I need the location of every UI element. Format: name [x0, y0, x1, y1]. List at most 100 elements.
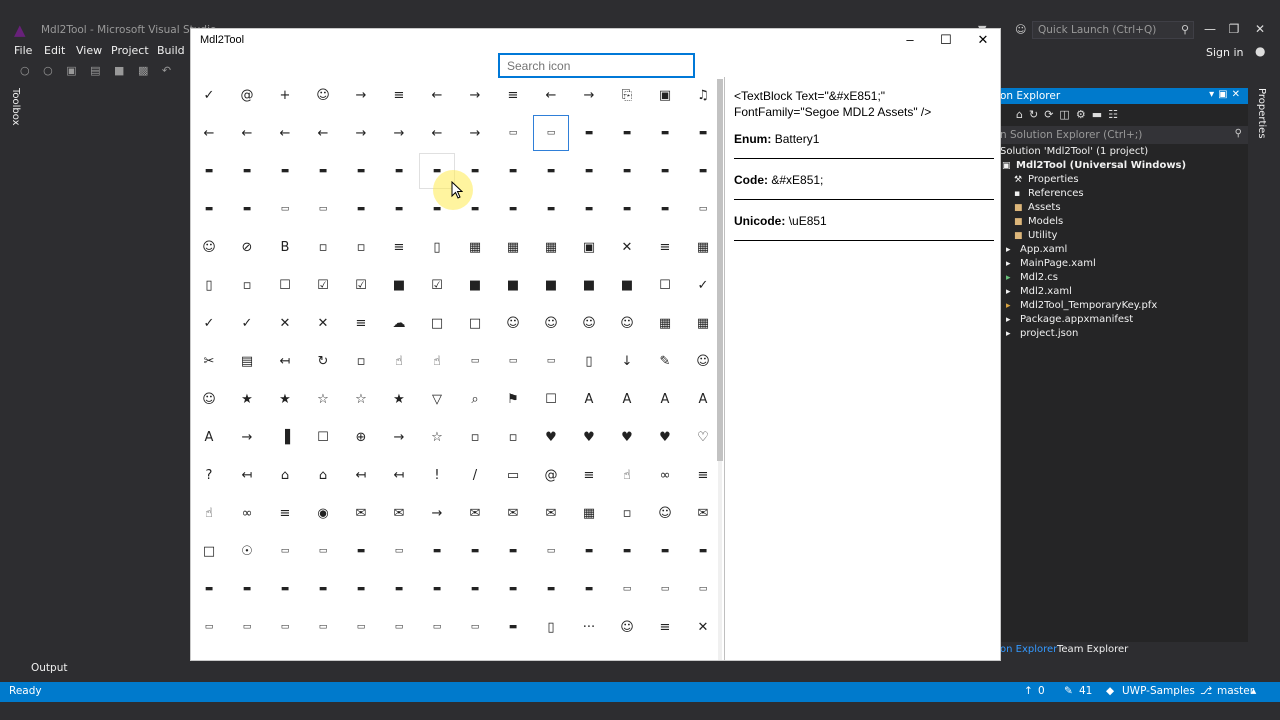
cancel-icon[interactable]: ✕	[609, 229, 645, 265]
battery-charge-6-icon[interactable]: ▬	[419, 571, 455, 607]
sync-icon[interactable]: ↻	[1029, 108, 1044, 121]
dock-bottom-icon[interactable]: ▭	[457, 343, 493, 379]
network-icon[interactable]: ▐	[267, 419, 303, 455]
list-alt-icon[interactable]: ≡	[647, 609, 683, 645]
maximize-icon[interactable]: ☐	[931, 31, 961, 49]
bold-icon[interactable]: B	[267, 229, 303, 265]
battery-saver-d-icon[interactable]: ▭	[191, 609, 227, 645]
tree-node-project-json[interactable]: ▸ project.json	[1006, 328, 1078, 342]
favorite-icon[interactable]: ★	[229, 381, 265, 417]
contact-presence-icon[interactable]: ☺	[609, 305, 645, 341]
close-icon[interactable]: ✕	[1252, 22, 1268, 36]
dislike-icon[interactable]: ☝	[381, 343, 417, 379]
icon-grid-scrollbar[interactable]	[717, 79, 723, 660]
battery-full-icon[interactable]: ▬	[343, 533, 379, 569]
solid-star-icon[interactable]: ★	[381, 381, 417, 417]
globe-icon[interactable]: ⊕	[343, 419, 379, 455]
contact-info-icon[interactable]: ☺	[533, 305, 569, 341]
battery-unknown-icon[interactable]: ▭	[685, 191, 721, 227]
dock-right-icon[interactable]: ▭	[533, 343, 569, 379]
battery-half-icon[interactable]: ▬	[419, 533, 455, 569]
emoji-icon[interactable]: ☺	[685, 343, 721, 379]
link-icon[interactable]: ∞	[647, 457, 683, 493]
checkbox-icon[interactable]: ☐	[267, 267, 303, 303]
camera-audio-icon[interactable]: ▣	[647, 77, 683, 113]
pending-changes-icon[interactable]: ✎	[1064, 685, 1073, 697]
battery-saver-c-icon[interactable]: ▭	[685, 571, 721, 607]
add-icon[interactable]: +	[267, 77, 303, 113]
comment-icon[interactable]: □	[419, 305, 455, 341]
forward-icon[interactable]: →	[343, 77, 379, 113]
battery-unknown-2-icon[interactable]: ▬	[495, 609, 531, 645]
refresh-sync-icon[interactable]: ↻	[305, 343, 341, 379]
align-right-icon[interactable]: →	[457, 77, 493, 113]
refresh-icon[interactable]: ⟳	[1044, 108, 1059, 121]
contact-icon[interactable]: ☺	[495, 305, 531, 341]
calendar-reply-icon[interactable]: ▦	[533, 229, 569, 265]
battery-charging3-icon[interactable]: ▬	[495, 153, 531, 189]
checkbox-fill-icon[interactable]: ■	[381, 267, 417, 303]
battery-full-2-icon[interactable]: ▬	[571, 533, 607, 569]
align-left-icon[interactable]: ←	[419, 77, 455, 113]
mail-reply-all-icon[interactable]: ✉	[533, 495, 569, 531]
edit-icon[interactable]: ✎	[647, 343, 683, 379]
manage-icon[interactable]: ▦	[571, 495, 607, 531]
arrow-right-2-icon[interactable]: →	[381, 115, 417, 151]
map-pin-icon[interactable]: ▫	[609, 495, 645, 531]
battery6-icon[interactable]: ▬	[191, 153, 227, 189]
battery4-icon[interactable]: ▬	[647, 115, 683, 151]
battery-three-quarters-icon[interactable]: ▭	[533, 533, 569, 569]
properties-wrench-icon[interactable]: ⚙	[1076, 108, 1092, 121]
font-size-icon[interactable]: A	[191, 419, 227, 455]
tree-node-temporary-key[interactable]: ▸ Mdl2Tool_TemporaryKey.pfx	[1006, 300, 1157, 314]
caption-icon[interactable]: ≡	[647, 229, 683, 265]
browse-photos-icon[interactable]: ▫	[343, 229, 379, 265]
go-icon[interactable]: →	[381, 419, 417, 455]
cc-icon[interactable]: ▦	[685, 229, 721, 265]
publish-icon[interactable]: ↑	[1024, 685, 1033, 697]
battery-saver-a-icon[interactable]: ▭	[609, 571, 645, 607]
calendar-icon[interactable]: ▦	[457, 229, 493, 265]
menu-project[interactable]: Project	[111, 44, 149, 57]
like-dislike-icon[interactable]: ☝	[419, 343, 455, 379]
home-icon[interactable]: ⌂	[1016, 108, 1029, 121]
tree-node-mainpage-xaml[interactable]: ▸ MainPage.xaml	[1006, 258, 1096, 272]
mute-icon[interactable]: ✕	[685, 609, 721, 645]
battery-charge-10-icon[interactable]: ▬	[571, 571, 607, 607]
tree-node-mdl2-cs[interactable]: ▸ Mdl2.cs	[1006, 272, 1058, 286]
calculator-icon[interactable]: ▯	[419, 229, 455, 265]
battery-saver3-icon[interactable]: ▬	[381, 191, 417, 227]
battery10-icon[interactable]: ▬	[343, 153, 379, 189]
full-screen-icon[interactable]: ☐	[533, 381, 569, 417]
voicemail-icon[interactable]: ✉	[685, 495, 721, 531]
battery-saver9-icon[interactable]: ▬	[609, 191, 645, 227]
copy-icon[interactable]: ▦	[647, 305, 683, 341]
tree-node-references[interactable]: ▪ References	[1014, 188, 1084, 202]
branch-icon[interactable]: ⎇	[1200, 685, 1212, 697]
save-icon[interactable]: ■	[114, 64, 127, 77]
camera-icon[interactable]: ▣	[571, 229, 607, 265]
battery-charge-5-icon[interactable]: ▬	[381, 571, 417, 607]
tree-node-models[interactable]: ■ Models	[1014, 216, 1063, 230]
contact-list-icon[interactable]: ☺	[571, 305, 607, 341]
list-2-icon[interactable]: ≡	[267, 495, 303, 531]
arrow-left-icon[interactable]: ←	[267, 115, 303, 151]
battery-saver0-icon[interactable]: ▭	[267, 191, 303, 227]
directions-icon[interactable]: ↤	[267, 343, 303, 379]
battery-charge-0-icon[interactable]: ▬	[191, 571, 227, 607]
battery-saver-j-icon[interactable]: ▭	[419, 609, 455, 645]
bullets-icon[interactable]: ≡	[495, 77, 531, 113]
at-icon[interactable]: @	[229, 77, 265, 113]
checkbox-composite-icon[interactable]: ☑	[343, 267, 379, 303]
small-square-2-icon[interactable]: ■	[609, 267, 645, 303]
library-icon[interactable]: ≡	[571, 457, 607, 493]
accept-icon[interactable]: ✓	[229, 305, 265, 341]
tree-node-project[interactable]: ▣ Mdl2Tool (Universal Windows)	[1002, 160, 1186, 174]
message-2-icon[interactable]: □	[191, 533, 227, 569]
save-all-icon[interactable]: ▩	[138, 64, 151, 77]
mail-reply-icon[interactable]: ✉	[495, 495, 531, 531]
list-icon[interactable]: ≡	[685, 457, 721, 493]
menu-view[interactable]: View	[76, 44, 102, 57]
tree-node-assets[interactable]: ■ Assets	[1014, 202, 1061, 216]
battery8-icon[interactable]: ▬	[267, 153, 303, 189]
